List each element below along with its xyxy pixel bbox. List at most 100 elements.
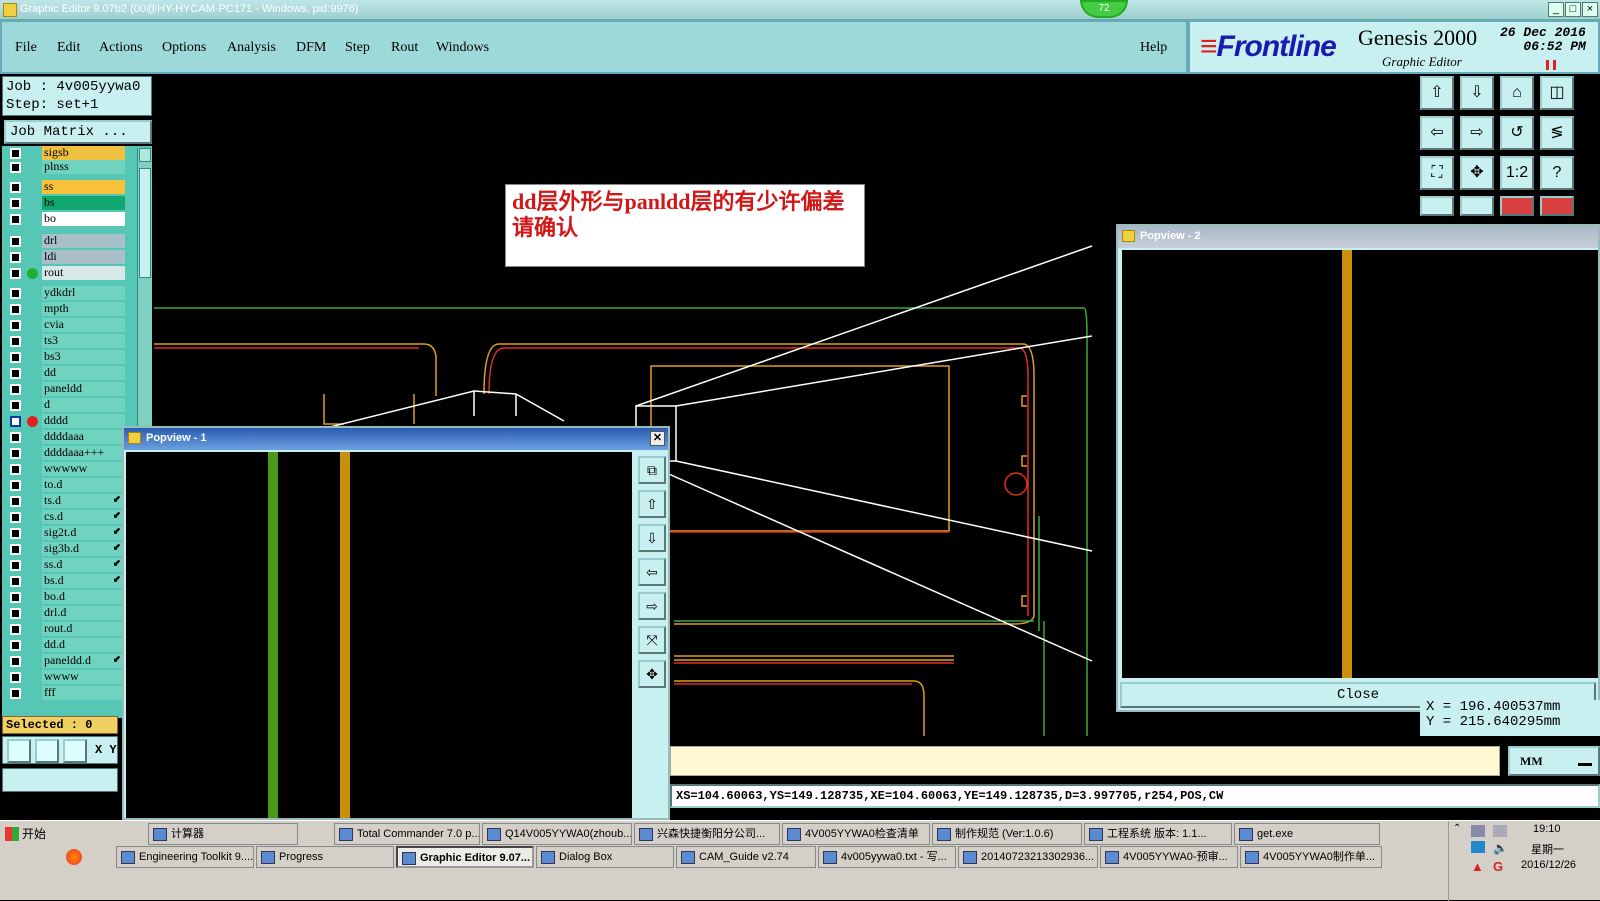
layer-row-cs-d[interactable]: cs.d ⬋: [4, 510, 125, 524]
layer-row-fff[interactable]: fff: [4, 686, 125, 700]
menu-help[interactable]: Help: [1140, 40, 1167, 56]
layer-checkbox[interactable]: [10, 448, 21, 459]
menu-analysis[interactable]: Analysis: [227, 40, 276, 56]
step-icon[interactable]: ≶: [1540, 116, 1574, 150]
popview-left-icon[interactable]: ⇦: [638, 558, 666, 586]
layer-name[interactable]: cvia: [42, 318, 125, 332]
maximize-button[interactable]: □: [1565, 2, 1581, 17]
popview-zoom-out-icon[interactable]: ⤧: [638, 626, 666, 654]
layer-name[interactable]: dd: [42, 366, 125, 380]
layer-name[interactable]: ddddaaa: [42, 430, 125, 444]
layer-name[interactable]: wwwww: [42, 462, 125, 476]
layer-checkbox[interactable]: [10, 576, 21, 587]
taskbar-button[interactable]: Engineering Toolkit 9....: [116, 846, 254, 868]
layer-name[interactable]: ss: [42, 180, 125, 194]
layer-name[interactable]: drl: [42, 234, 125, 248]
layer-row-drl[interactable]: drl: [4, 234, 125, 248]
layer-row-paneldd[interactable]: paneldd: [4, 382, 125, 396]
layer-row-cvia[interactable]: cvia: [4, 318, 125, 332]
clock-time[interactable]: 19:10: [1533, 823, 1561, 835]
pause-icon[interactable]: [1546, 60, 1556, 70]
taskbar-button[interactable]: Q14V005YYWA0(zhoub...: [482, 823, 632, 845]
layer-name[interactable]: ts3: [42, 334, 125, 348]
taskbar-button[interactable]: 计算器: [148, 823, 298, 845]
tray-icon-5[interactable]: G: [1493, 859, 1503, 874]
taskbar-button[interactable]: 20140723213302936...: [958, 846, 1098, 868]
command-line[interactable]: XS=104.60063,YS=149.128735,XE=104.60063,…: [670, 784, 1600, 808]
layer-row-ts-d[interactable]: ts.d ⬋: [4, 494, 125, 508]
layer-checkbox[interactable]: [10, 162, 21, 173]
layer-checkbox[interactable]: [10, 148, 21, 159]
layer-checkbox[interactable]: [10, 236, 21, 247]
layer-name[interactable]: bs: [42, 196, 125, 210]
popview-1-window[interactable]: Popview - 1 ✕ ⧉ ⇧ ⇩ ⇦ ⇨ ⤧ ✥: [122, 426, 670, 820]
layer-checkbox[interactable]: [10, 528, 21, 539]
layer-checkbox[interactable]: [10, 182, 21, 193]
dropdown-icon[interactable]: [1578, 754, 1592, 766]
window-split-icon[interactable]: ◫: [1540, 76, 1574, 110]
menu-dfm[interactable]: DFM: [296, 40, 326, 56]
layer-name[interactable]: fff: [42, 686, 125, 700]
menu-step[interactable]: Step: [345, 40, 370, 56]
layer-row-drl-d[interactable]: drl.d: [4, 606, 125, 620]
layer-row-dd[interactable]: dd: [4, 366, 125, 380]
taskbar-button[interactable]: Progress: [256, 846, 394, 868]
undo-view-icon[interactable]: ↺: [1500, 116, 1534, 150]
layer-name[interactable]: to.d: [42, 478, 125, 492]
layer-checkbox[interactable]: [10, 320, 21, 331]
grid-tool-icon[interactable]: [63, 739, 87, 763]
menu-actions[interactable]: Actions: [99, 40, 143, 56]
window-titlebar[interactable]: Graphic Editor 9.07b2 (00@HY-HYCAM-PC171…: [0, 0, 1600, 20]
layer-checkbox[interactable]: [10, 592, 21, 603]
zoom-fit-icon[interactable]: ⛶: [1420, 156, 1454, 190]
layer-checkbox[interactable]: [10, 288, 21, 299]
layer-row-bo[interactable]: bo: [4, 212, 125, 226]
pan-left-icon[interactable]: ⇦: [1420, 116, 1454, 150]
layer-name[interactable]: wwww: [42, 670, 125, 684]
layer-checkbox[interactable]: [10, 368, 21, 379]
layer-row-ss[interactable]: ss: [4, 180, 125, 194]
layer-name[interactable]: rout: [42, 266, 125, 280]
popview-1-titlebar[interactable]: Popview - 1 ✕: [124, 428, 668, 450]
layer-row-dd-d[interactable]: dd.d: [4, 638, 125, 652]
layer-name[interactable]: ldi: [42, 250, 125, 264]
layer-checkbox[interactable]: [10, 432, 21, 443]
layer-checkbox[interactable]: [10, 560, 21, 571]
layer-name[interactable]: dd.d: [42, 638, 125, 652]
menu-windows[interactable]: Windows: [436, 40, 489, 56]
home-icon[interactable]: ⌂: [1500, 76, 1534, 110]
layer-row-bs-d[interactable]: bs.d ⬋: [4, 574, 125, 588]
layer-row-dddd[interactable]: dddd: [4, 414, 125, 428]
layer-name[interactable]: bs3: [42, 350, 125, 364]
layer-name[interactable]: drl.d: [42, 606, 125, 620]
close-window-button[interactable]: ×: [1582, 2, 1598, 17]
layer-checkbox[interactable]: [10, 672, 21, 683]
taskbar-button[interactable]: get.exe: [1234, 823, 1380, 845]
layer-checkbox[interactable]: [10, 496, 21, 507]
taskbar-button[interactable]: 4V005YYWA0制作单...: [1240, 846, 1382, 868]
layer-row-sig2t-d[interactable]: sig2t.d ⬋: [4, 526, 125, 540]
layer-row-ts3[interactable]: ts3: [4, 334, 125, 348]
menu-edit[interactable]: Edit: [57, 40, 80, 56]
layer-name[interactable]: plnss: [42, 160, 125, 174]
select-tool-icon[interactable]: [7, 739, 31, 763]
layer-checkbox[interactable]: [10, 464, 21, 475]
layer-checkbox[interactable]: [10, 252, 21, 263]
layer-row-ss-d[interactable]: ss.d ⬋: [4, 558, 125, 572]
taskbar-button[interactable]: 4V005YYWA0检查清单: [782, 823, 930, 845]
popview-1-close-icon[interactable]: ✕: [650, 431, 665, 446]
layer-checkbox[interactable]: [10, 384, 21, 395]
layer-row-ddddaaa[interactable]: ddddaaa: [4, 430, 125, 444]
zoom-center-icon[interactable]: ✥: [1460, 156, 1494, 190]
layer-checkbox[interactable]: [10, 416, 21, 427]
popview-up-icon[interactable]: ⇧: [638, 490, 666, 518]
layer-checkbox[interactable]: [10, 688, 21, 699]
layer-checkbox[interactable]: [10, 656, 21, 667]
layer-name[interactable]: bo: [42, 212, 125, 226]
layer-row-sig3b-d[interactable]: sig3b.d ⬋: [4, 542, 125, 556]
layer-checkbox[interactable]: [10, 268, 21, 279]
layer-name[interactable]: ydkdrl: [42, 286, 125, 300]
start-button[interactable]: 开始: [2, 823, 60, 845]
popview-center-icon[interactable]: ✥: [638, 660, 666, 688]
tray-icon-1[interactable]: [1471, 825, 1485, 837]
